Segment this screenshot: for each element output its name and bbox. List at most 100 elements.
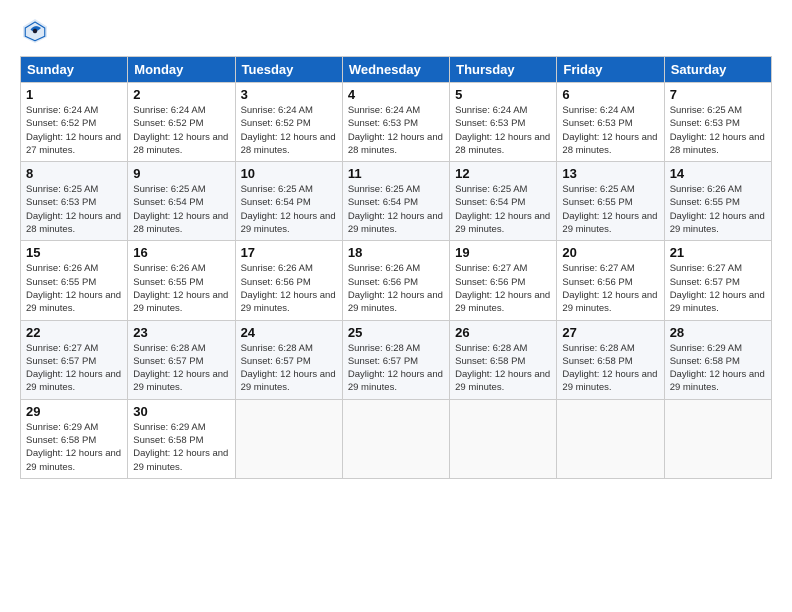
weekday-row: SundayMondayTuesdayWednesdayThursdayFrid… [21,57,772,83]
day-number: 22 [26,325,122,340]
day-info: Sunrise: 6:29 AM Sunset: 6:58 PM Dayligh… [26,421,122,474]
day-number: 4 [348,87,444,102]
day-number: 1 [26,87,122,102]
day-info: Sunrise: 6:28 AM Sunset: 6:58 PM Dayligh… [455,342,551,395]
calendar-cell: 10 Sunrise: 6:25 AM Sunset: 6:54 PM Dayli… [235,162,342,241]
calendar-cell: 27 Sunrise: 6:28 AM Sunset: 6:58 PM Dayli… [557,320,664,399]
calendar-cell: 21Sunrise: 6:27 AM Sunset: 6:57 PM Dayli… [664,241,771,320]
day-number: 18 [348,245,444,260]
day-info: Sunrise: 6:25 AM Sunset: 6:55 PM Dayligh… [562,183,658,236]
day-info: Sunrise: 6:24 AM Sunset: 6:52 PM Dayligh… [133,104,229,157]
day-info: Sunrise: 6:25 AM Sunset: 6:54 PM Dayligh… [455,183,551,236]
calendar-table: SundayMondayTuesdayWednesdayThursdayFrid… [20,56,772,479]
calendar-cell: 13 Sunrise: 6:25 AM Sunset: 6:55 PM Dayli… [557,162,664,241]
day-number: 19 [455,245,551,260]
day-info: Sunrise: 6:25 AM Sunset: 6:53 PM Dayligh… [670,104,766,157]
day-number: 20 [562,245,658,260]
page: SundayMondayTuesdayWednesdayThursdayFrid… [0,0,792,612]
weekday-header-saturday: Saturday [664,57,771,83]
calendar-body: 1 Sunrise: 6:24 AM Sunset: 6:52 PM Daylig… [21,83,772,479]
calendar-cell: 14 Sunrise: 6:26 AM Sunset: 6:55 PM Dayli… [664,162,771,241]
day-number: 7 [670,87,766,102]
day-info: Sunrise: 6:24 AM Sunset: 6:52 PM Dayligh… [241,104,337,157]
day-number: 14 [670,166,766,181]
calendar-cell: 6Sunrise: 6:24 AM Sunset: 6:53 PM Daylig… [557,83,664,162]
day-info: Sunrise: 6:26 AM Sunset: 6:55 PM Dayligh… [133,262,229,315]
day-info: Sunrise: 6:26 AM Sunset: 6:56 PM Dayligh… [241,262,337,315]
day-number: 27 [562,325,658,340]
calendar-cell: 7 Sunrise: 6:25 AM Sunset: 6:53 PM Daylig… [664,83,771,162]
day-number: 24 [241,325,337,340]
logo [20,16,54,46]
calendar-cell: 2 Sunrise: 6:24 AM Sunset: 6:52 PM Daylig… [128,83,235,162]
calendar-cell: 9 Sunrise: 6:25 AM Sunset: 6:54 PM Daylig… [128,162,235,241]
calendar-cell: 18 Sunrise: 6:26 AM Sunset: 6:56 PM Dayli… [342,241,449,320]
day-info: Sunrise: 6:26 AM Sunset: 6:56 PM Dayligh… [348,262,444,315]
day-info: Sunrise: 6:28 AM Sunset: 6:58 PM Dayligh… [562,342,658,395]
day-number: 29 [26,404,122,419]
calendar-cell: 30Sunrise: 6:29 AM Sunset: 6:58 PM Dayli… [128,399,235,478]
day-number: 11 [348,166,444,181]
day-info: Sunrise: 6:24 AM Sunset: 6:53 PM Dayligh… [562,104,658,157]
day-number: 23 [133,325,229,340]
day-info: Sunrise: 6:24 AM Sunset: 6:52 PM Dayligh… [26,104,122,157]
calendar-cell: 23Sunrise: 6:28 AM Sunset: 6:57 PM Dayli… [128,320,235,399]
day-info: Sunrise: 6:24 AM Sunset: 6:53 PM Dayligh… [348,104,444,157]
calendar-cell: 8Sunrise: 6:25 AM Sunset: 6:53 PM Daylig… [21,162,128,241]
calendar-week-4: 22 Sunrise: 6:27 AM Sunset: 6:57 PM Dayli… [21,320,772,399]
day-number: 2 [133,87,229,102]
calendar-cell: 29 Sunrise: 6:29 AM Sunset: 6:58 PM Dayli… [21,399,128,478]
calendar-cell: 19 Sunrise: 6:27 AM Sunset: 6:56 PM Dayli… [450,241,557,320]
calendar-cell: 4 Sunrise: 6:24 AM Sunset: 6:53 PM Daylig… [342,83,449,162]
day-number: 15 [26,245,122,260]
logo-icon [20,16,50,46]
calendar-cell [557,399,664,478]
calendar-cell [235,399,342,478]
day-number: 21 [670,245,766,260]
calendar-week-5: 29 Sunrise: 6:29 AM Sunset: 6:58 PM Dayli… [21,399,772,478]
calendar-cell: 22 Sunrise: 6:27 AM Sunset: 6:57 PM Dayli… [21,320,128,399]
weekday-header-wednesday: Wednesday [342,57,449,83]
calendar-week-1: 1 Sunrise: 6:24 AM Sunset: 6:52 PM Daylig… [21,83,772,162]
day-number: 28 [670,325,766,340]
calendar-cell: 1 Sunrise: 6:24 AM Sunset: 6:52 PM Daylig… [21,83,128,162]
calendar-cell [664,399,771,478]
day-info: Sunrise: 6:28 AM Sunset: 6:57 PM Dayligh… [241,342,337,395]
calendar-cell: 26 Sunrise: 6:28 AM Sunset: 6:58 PM Dayli… [450,320,557,399]
calendar-cell [342,399,449,478]
day-info: Sunrise: 6:26 AM Sunset: 6:55 PM Dayligh… [670,183,766,236]
calendar-cell: 3 Sunrise: 6:24 AM Sunset: 6:52 PM Daylig… [235,83,342,162]
weekday-header-thursday: Thursday [450,57,557,83]
day-info: Sunrise: 6:27 AM Sunset: 6:56 PM Dayligh… [562,262,658,315]
calendar-cell: 17Sunrise: 6:26 AM Sunset: 6:56 PM Dayli… [235,241,342,320]
day-info: Sunrise: 6:27 AM Sunset: 6:57 PM Dayligh… [26,342,122,395]
day-number: 12 [455,166,551,181]
day-number: 26 [455,325,551,340]
day-info: Sunrise: 6:25 AM Sunset: 6:54 PM Dayligh… [133,183,229,236]
calendar-cell: 12 Sunrise: 6:25 AM Sunset: 6:54 PM Dayli… [450,162,557,241]
calendar-cell: 25Sunrise: 6:28 AM Sunset: 6:57 PM Dayli… [342,320,449,399]
day-number: 9 [133,166,229,181]
day-info: Sunrise: 6:27 AM Sunset: 6:56 PM Dayligh… [455,262,551,315]
calendar-cell: 28Sunrise: 6:29 AM Sunset: 6:58 PM Dayli… [664,320,771,399]
weekday-header-monday: Monday [128,57,235,83]
calendar-cell: 5Sunrise: 6:24 AM Sunset: 6:53 PM Daylig… [450,83,557,162]
day-number: 13 [562,166,658,181]
weekday-header-sunday: Sunday [21,57,128,83]
day-info: Sunrise: 6:25 AM Sunset: 6:54 PM Dayligh… [241,183,337,236]
calendar-cell: 24 Sunrise: 6:28 AM Sunset: 6:57 PM Dayli… [235,320,342,399]
calendar-cell [450,399,557,478]
day-info: Sunrise: 6:29 AM Sunset: 6:58 PM Dayligh… [133,421,229,474]
day-number: 10 [241,166,337,181]
day-number: 16 [133,245,229,260]
calendar-header: SundayMondayTuesdayWednesdayThursdayFrid… [21,57,772,83]
weekday-header-friday: Friday [557,57,664,83]
day-number: 3 [241,87,337,102]
day-number: 5 [455,87,551,102]
calendar-cell: 11Sunrise: 6:25 AM Sunset: 6:54 PM Dayli… [342,162,449,241]
day-info: Sunrise: 6:28 AM Sunset: 6:57 PM Dayligh… [348,342,444,395]
calendar-cell: 20 Sunrise: 6:27 AM Sunset: 6:56 PM Dayli… [557,241,664,320]
calendar-week-3: 15 Sunrise: 6:26 AM Sunset: 6:55 PM Dayli… [21,241,772,320]
day-number: 8 [26,166,122,181]
calendar-cell: 16 Sunrise: 6:26 AM Sunset: 6:55 PM Dayli… [128,241,235,320]
